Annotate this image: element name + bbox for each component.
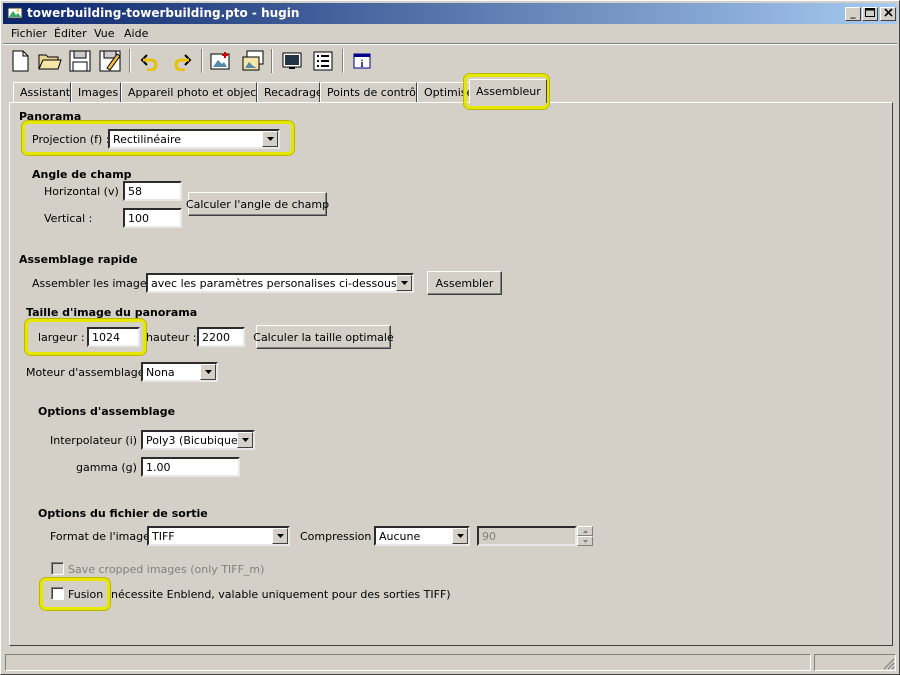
add-image-icon[interactable] <box>208 48 234 74</box>
tab-optimizer[interactable]: Optimiseu <box>417 82 475 102</box>
tab-crop[interactable]: Recadrage <box>257 82 323 102</box>
stitch-mode-select[interactable]: avec les paramètres personalises ci-dess… <box>146 273 414 293</box>
svg-text:i: i <box>361 59 364 69</box>
image-format-value: TIFF <box>152 530 175 543</box>
compression-select[interactable]: Aucune <box>374 526 470 546</box>
fast-preview-icon[interactable] <box>310 48 336 74</box>
quick-stitch-header: Assemblage rapide <box>19 253 138 266</box>
tab-assistant[interactable]: Assistant <box>13 82 71 102</box>
compression-label: Compression : <box>300 530 379 543</box>
width-label: largeur : <box>38 331 85 344</box>
gamma-label: gamma (g) : <box>76 461 145 474</box>
toolbar-separator <box>201 49 203 73</box>
window-title: towerbuilding-towerbuilding.pto - hugin <box>27 6 300 20</box>
output-options-header: Options du fichier de sortie <box>38 507 208 520</box>
chevron-down-icon[interactable] <box>396 275 412 291</box>
maximize-icon[interactable] <box>862 7 878 21</box>
gamma-input[interactable]: 1.00 <box>141 457 240 477</box>
new-file-icon[interactable] <box>7 48 33 74</box>
interpolator-label: Interpolateur (i) : <box>50 434 145 447</box>
tab-camera-lens[interactable]: Appareil photo et objectif <box>121 82 268 102</box>
fusion-checkbox[interactable] <box>51 587 64 600</box>
width-input[interactable]: 1024 <box>87 327 140 347</box>
menu-vue[interactable]: Vue <box>93 27 116 40</box>
toolbar-separator <box>342 49 344 73</box>
horizontal-fov-label: Horizontal (v) : <box>44 185 126 198</box>
save-cropped-label: Save cropped images (only TIFF_m) <box>68 563 265 576</box>
projection-label: Projection (f) : <box>32 133 110 146</box>
hugin-app-icon <box>7 6 23 20</box>
preview-icon[interactable] <box>279 48 305 74</box>
chevron-down-icon[interactable] <box>272 528 288 544</box>
stitch-images-label: Assembler les images <box>32 277 153 290</box>
stitch-button[interactable]: Assembler <box>427 271 502 295</box>
save-icon[interactable] <box>67 48 93 74</box>
menu-aide[interactable]: Aide <box>123 27 149 40</box>
calculate-optimal-size-button[interactable]: Calculer la taille optimale <box>253 325 394 349</box>
info-icon[interactable]: i <box>349 48 375 74</box>
resize-grip-icon[interactable] <box>883 658 895 673</box>
redo-icon[interactable] <box>169 48 195 74</box>
stitching-engine-value: Nona <box>146 366 175 379</box>
status-pane-main <box>5 654 811 671</box>
panorama-header: Panorama <box>19 110 82 123</box>
tab-images[interactable]: Images <box>71 82 121 102</box>
open-folder-icon[interactable] <box>37 48 63 74</box>
save-cropped-checkbox <box>51 562 64 575</box>
spin-down-icon <box>577 536 593 546</box>
horizontal-fov-input[interactable]: 58 <box>123 181 182 201</box>
status-bar <box>3 652 897 672</box>
hugin-window: towerbuilding-towerbuilding.pto - hugin … <box>0 0 900 675</box>
chevron-down-icon[interactable] <box>200 364 216 380</box>
close-icon[interactable] <box>880 7 896 21</box>
chevron-down-icon[interactable] <box>262 131 278 147</box>
quality-spinner <box>577 526 593 546</box>
stitching-engine-label: Moteur d'assemblage : <box>26 366 152 379</box>
height-label: hauteur : <box>146 331 197 344</box>
undo-icon[interactable] <box>137 48 163 74</box>
add-image-series-icon[interactable] <box>240 48 266 74</box>
interpolator-value: Poly3 (Bicubique) <box>146 434 242 447</box>
fusion-label[interactable]: Fusion (nécessite Enblend, valable uniqu… <box>68 588 451 601</box>
image-format-label: Format de l'image : <box>50 530 158 543</box>
panorama-size-header: Taille d'image du panorama <box>26 306 198 319</box>
toolbar: i <box>3 45 897 77</box>
calculate-fov-button[interactable]: Calculer l'angle de champ <box>186 192 329 216</box>
stitch-options-header: Options d'assemblage <box>38 405 176 418</box>
compression-value: Aucune <box>379 530 421 543</box>
menu-bar: Fichier Éditer Vue Aide <box>3 25 897 43</box>
tab-control-points[interactable]: Points de contrôle <box>320 82 426 102</box>
image-format-select[interactable]: TIFF <box>147 526 290 546</box>
quality-input: 90 <box>477 526 577 546</box>
toolbar-separator <box>129 49 131 73</box>
chevron-down-icon[interactable] <box>452 528 468 544</box>
stitch-mode-value: avec les paramètres personalises ci-dess… <box>151 277 397 290</box>
menu-fichier[interactable]: Fichier <box>10 27 48 40</box>
stitching-engine-select[interactable]: Nona <box>141 362 218 382</box>
stitcher-panel: Panorama Projection (f) : Rectilinéaire … <box>9 102 893 646</box>
tab-strip: Assistant Images Appareil photo et objec… <box>9 79 893 103</box>
projection-value: Rectilinéaire <box>113 133 182 146</box>
menu-editer[interactable]: Éditer <box>53 27 88 40</box>
height-input[interactable]: 2200 <box>197 327 245 347</box>
interpolator-select[interactable]: Poly3 (Bicubique) <box>141 430 255 450</box>
save-as-icon[interactable] <box>97 48 123 74</box>
projection-select[interactable]: Rectilinéaire <box>108 129 280 149</box>
spin-up-icon <box>577 526 593 536</box>
vertical-fov-label: Vertical : <box>44 212 93 225</box>
vertical-fov-input[interactable]: 100 <box>123 208 182 228</box>
toolbar-separator <box>271 49 273 73</box>
minimize-icon[interactable]: _ <box>845 7 861 21</box>
chevron-down-icon[interactable] <box>237 432 253 448</box>
tab-stitcher[interactable]: Assembleur <box>469 79 547 103</box>
fov-header: Angle de champ <box>32 168 132 181</box>
title-bar: towerbuilding-towerbuilding.pto - hugin … <box>3 3 897 24</box>
